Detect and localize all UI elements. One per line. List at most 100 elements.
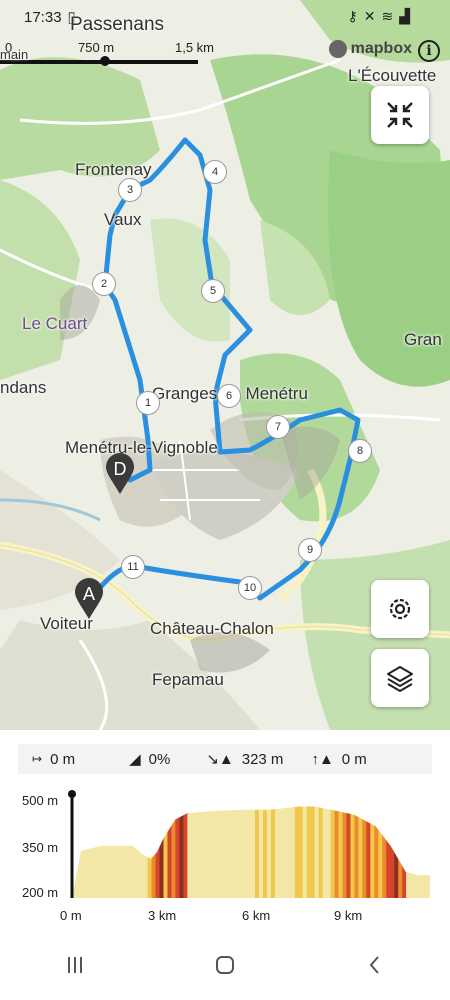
elevation-segment <box>155 806 161 898</box>
elevation-segment <box>223 806 228 898</box>
waypoint-10[interactable]: 10 <box>238 576 262 600</box>
elevation-segment <box>326 806 332 898</box>
place-gran: Gran <box>404 330 442 349</box>
descent-icon: ↘▲ <box>206 751 234 768</box>
elevation-segment <box>338 806 343 898</box>
settings-button[interactable] <box>371 580 429 638</box>
elevation-segment <box>171 806 176 898</box>
elevation-segment <box>251 806 256 898</box>
scale-bar <box>0 60 198 64</box>
elevation-segment <box>139 806 145 898</box>
x-tick-0: 0 m <box>60 908 82 923</box>
elevation-segment <box>191 806 196 898</box>
elevation-segment <box>290 806 296 898</box>
waypoint-7[interactable]: 7 <box>266 415 290 439</box>
waypoint-6[interactable]: 6 <box>217 384 241 408</box>
map-view[interactable]: 17:33 ▯ ⚷ ✕ ≋ ▟ 0 750 m 1,5 km mapbox i … <box>0 0 450 730</box>
mapbox-logo[interactable]: mapbox <box>328 40 412 58</box>
elevation-segment <box>282 806 288 898</box>
elevation-segment <box>239 806 244 898</box>
track-stats: ↦ 0 m ◢ 0% ↘▲ 323 m ↑▲ 0 m <box>18 744 432 774</box>
elevation-segment <box>111 806 117 898</box>
elevation-segment <box>258 806 264 898</box>
stat-distance-value: 0 m <box>50 750 76 768</box>
elevation-segment <box>346 806 351 898</box>
stat-grade: ◢ 0% <box>129 750 171 769</box>
stat-grade-value: 0% <box>148 750 171 768</box>
elevation-segment <box>147 806 153 898</box>
waypoint-11[interactable]: 11 <box>121 555 145 579</box>
waypoint-4[interactable]: 4 <box>203 160 227 184</box>
wifi-icon: ≋ <box>381 8 394 24</box>
waypoint-1[interactable]: 1 <box>136 391 160 415</box>
elevation-segment <box>270 806 276 898</box>
start-marker[interactable]: A <box>74 578 104 625</box>
elevation-segment <box>354 806 359 898</box>
status-bar-left: 17:33 ▯ <box>24 8 76 27</box>
elevation-segment <box>187 806 192 898</box>
elevation-segment <box>254 806 260 898</box>
elevation-segment <box>398 806 403 898</box>
waypoint-5[interactable]: 5 <box>201 279 225 303</box>
place-ecouvette: L'Écouvette <box>348 66 437 85</box>
elevation-segment <box>266 806 272 898</box>
elevation-area <box>72 806 430 898</box>
elevation-segment <box>247 806 252 898</box>
elevation-segment <box>370 806 375 898</box>
waypoint-8[interactable]: 8 <box>348 439 372 463</box>
stat-descent-value: 323 m <box>241 750 284 768</box>
elevation-segment <box>211 806 216 898</box>
mapbox-icon <box>328 40 347 58</box>
elevation-segment <box>366 806 371 898</box>
info-icon[interactable]: i <box>418 40 440 62</box>
place-le-cuart: Le Cuart <box>22 314 88 333</box>
elevation-segment <box>394 806 399 898</box>
elevation-segment <box>235 806 240 898</box>
x-tick-3: 3 km <box>148 908 177 923</box>
layers-button[interactable] <box>371 649 429 707</box>
waypoint-9[interactable]: 9 <box>298 538 322 562</box>
elevation-segment <box>362 806 367 898</box>
recents-button[interactable] <box>63 953 87 977</box>
elevation-segment <box>390 806 395 898</box>
elevation-segment <box>310 806 316 898</box>
back-button[interactable] <box>363 953 387 977</box>
stat-descent: ↘▲ 323 m <box>206 750 284 769</box>
elevation-segment <box>75 806 81 898</box>
elevation-segment <box>83 806 89 898</box>
elevation-segment <box>274 806 280 898</box>
waypoint-2[interactable]: 2 <box>92 272 116 296</box>
place-ndans: ndans <box>0 378 47 397</box>
stat-ascent-value: 0 m <box>341 750 367 768</box>
elevation-segment <box>374 806 379 898</box>
elevation-segment <box>179 806 184 898</box>
status-bar-right: ⚷ ✕ ≋ ▟ <box>347 8 410 25</box>
waypoint-3[interactable]: 3 <box>118 178 142 202</box>
place-chateau: Château-Chalon <box>150 619 274 638</box>
elevation-segment <box>330 806 336 898</box>
end-marker[interactable]: D <box>105 453 135 500</box>
elevation-segment <box>143 806 149 898</box>
elevation-segment <box>318 806 324 898</box>
elevation-segment <box>306 806 312 898</box>
elevation-segment <box>163 806 168 898</box>
elevation-plot <box>68 790 430 898</box>
elevation-segment <box>127 806 133 898</box>
stat-distance: ↦ 0 m <box>32 751 75 768</box>
elevation-segment <box>99 806 105 898</box>
collapse-map-button[interactable] <box>371 86 429 144</box>
elevation-segment <box>79 806 85 898</box>
elevation-segment <box>418 806 423 898</box>
elevation-segment <box>302 806 308 898</box>
elevation-segment <box>91 806 97 898</box>
distance-icon: ↦ <box>32 752 43 766</box>
home-button[interactable] <box>213 953 237 977</box>
scale-label-end: 1,5 km <box>175 40 215 55</box>
elevation-segment <box>103 806 109 898</box>
elevation-segment <box>322 806 328 898</box>
start-marker-label: A <box>82 584 95 604</box>
elevation-segment <box>342 806 347 898</box>
elevation-segment <box>119 806 125 898</box>
grade-icon: ◢ <box>129 751 141 768</box>
scale-marker <box>100 56 110 66</box>
